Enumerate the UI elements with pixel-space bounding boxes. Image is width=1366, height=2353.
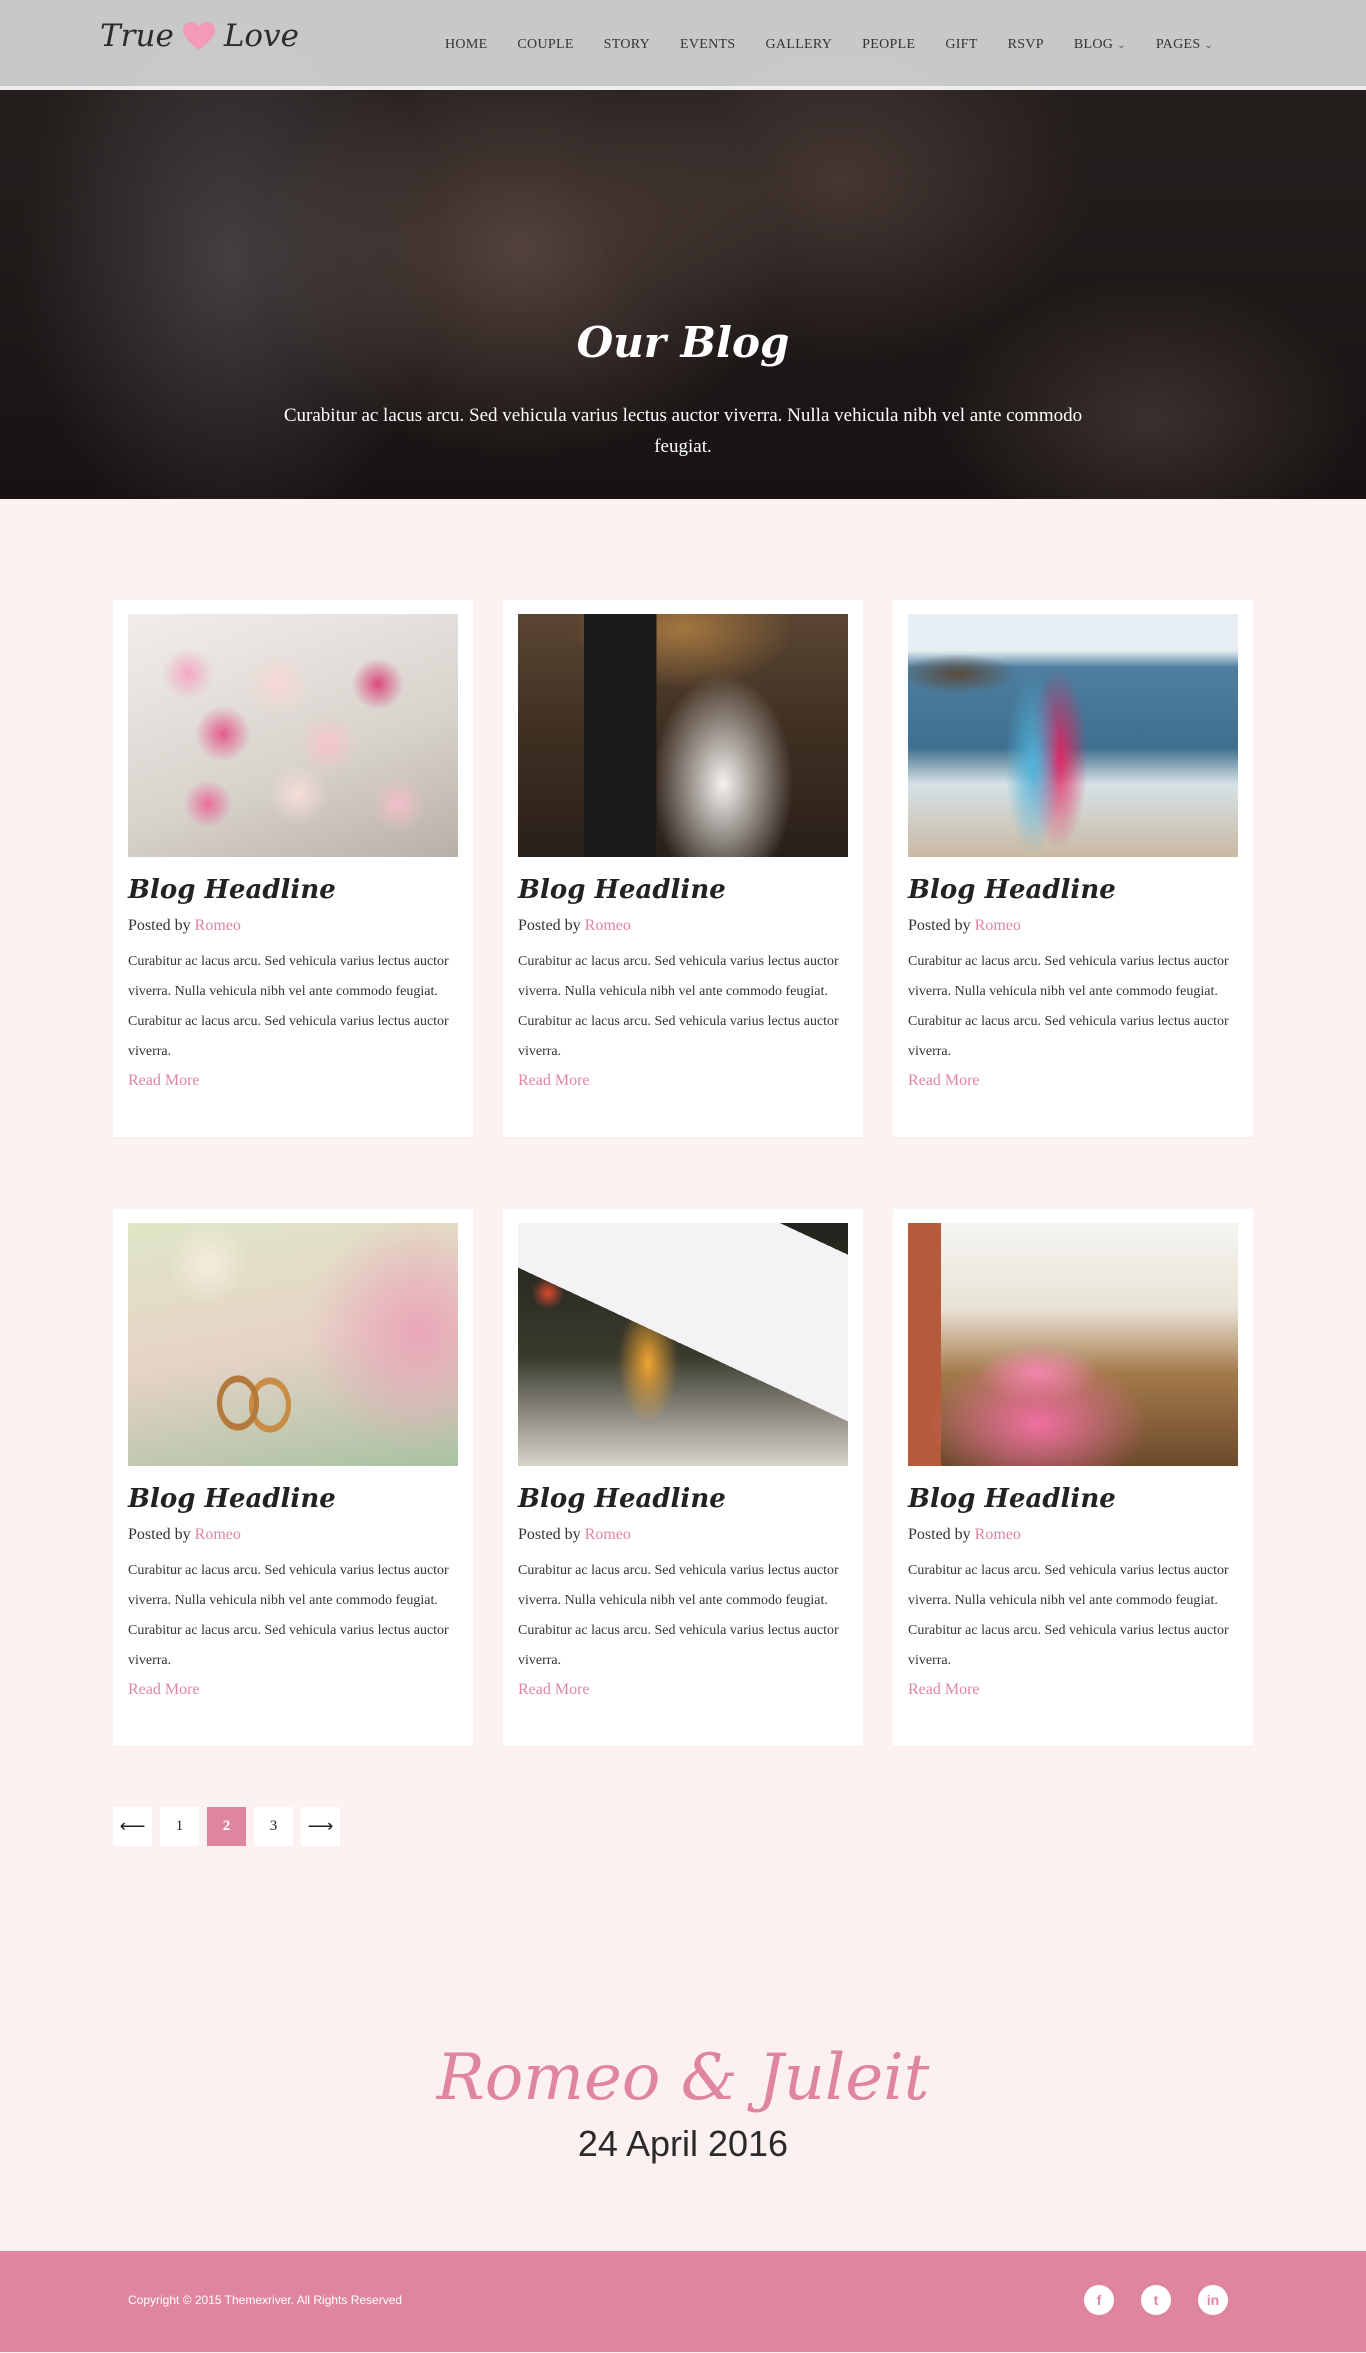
- posted-by-label: Posted by: [518, 1526, 581, 1543]
- card-meta: Posted by Romeo: [128, 917, 458, 935]
- nav-label: STORY: [603, 37, 651, 52]
- linkedin-icon[interactable]: in: [1198, 2285, 1228, 2315]
- page-button-3[interactable]: 3: [254, 1807, 293, 1846]
- nav-label: GIFT: [945, 37, 978, 52]
- nav-label: PEOPLE: [862, 37, 916, 52]
- beach-couple-photo[interactable]: [908, 614, 1238, 857]
- card-meta: Posted by Romeo: [518, 1526, 848, 1544]
- posted-by-label: Posted by: [908, 917, 971, 934]
- card-title[interactable]: Blog Headline: [128, 875, 458, 911]
- card-title[interactable]: Blog Headline: [128, 1484, 458, 1520]
- blog-card: Blog Headline Posted by Romeo Curabitur …: [893, 1209, 1253, 1746]
- posted-by-label: Posted by: [128, 917, 191, 934]
- read-more-link[interactable]: Read More: [128, 1072, 200, 1090]
- nav-label: COUPLE: [517, 37, 574, 52]
- card-title[interactable]: Blog Headline: [908, 1484, 1238, 1520]
- couple-names: Romeo & Juleit: [436, 2041, 930, 2115]
- card-excerpt: Curabitur ac lacus arcu. Sed vehicula va…: [908, 954, 1229, 1059]
- nav-label: BLOG: [1073, 37, 1114, 52]
- pink-dress-photo[interactable]: [908, 1223, 1238, 1466]
- blog-card: Blog Headline Posted by Romeo Curabitur …: [113, 600, 473, 1137]
- nav-couple[interactable]: COUPLE: [502, 37, 588, 53]
- card-excerpt: Curabitur ac lacus arcu. Sed vehicula va…: [908, 1563, 1229, 1668]
- logo-word-love: Love: [223, 18, 299, 54]
- next-page-button[interactable]: ⟶: [301, 1807, 340, 1846]
- card-meta: Posted by Romeo: [518, 917, 848, 935]
- posted-by-label: Posted by: [518, 917, 581, 934]
- nav-label: PAGES: [1155, 37, 1201, 52]
- blog-card: Blog Headline Posted by Romeo Curabitur …: [503, 600, 863, 1137]
- twitter-icon[interactable]: t: [1141, 2285, 1171, 2315]
- author-link[interactable]: Romeo: [975, 1526, 1021, 1543]
- blog-card: Blog Headline Posted by Romeo Curabitur …: [893, 600, 1253, 1137]
- couple-dancing-photo[interactable]: [518, 614, 848, 857]
- card-meta: Posted by Romeo: [908, 1526, 1238, 1544]
- card-excerpt: Curabitur ac lacus arcu. Sed vehicula va…: [518, 954, 839, 1059]
- read-more-link[interactable]: Read More: [518, 1681, 590, 1699]
- read-more-link[interactable]: Read More: [518, 1072, 590, 1090]
- card-meta: Posted by Romeo: [908, 917, 1238, 935]
- read-more-link[interactable]: Read More: [908, 1681, 980, 1699]
- nav-people[interactable]: PEOPLE: [847, 37, 930, 53]
- nav-label: RSVP: [1007, 37, 1044, 52]
- welcome-card-photo[interactable]: [518, 1223, 848, 1466]
- posted-by-label: Posted by: [128, 1526, 191, 1543]
- blog-grid: Blog Headline Posted by Romeo Curabitur …: [113, 600, 1253, 1746]
- author-link[interactable]: Romeo: [195, 1526, 241, 1543]
- nav-label: GALLERY: [765, 37, 833, 52]
- nav-pages[interactable]: PAGES ⌄: [1141, 37, 1228, 53]
- wedding-rings-photo[interactable]: [128, 1223, 458, 1466]
- card-meta: Posted by Romeo: [128, 1526, 458, 1544]
- nav-events[interactable]: EVENTS: [665, 37, 750, 53]
- bouquet-photo[interactable]: [128, 614, 458, 857]
- copyright-text: Copyright © 2015 Themexriver. All Rights…: [128, 2293, 403, 2307]
- nav-gallery[interactable]: GALLERY: [751, 37, 848, 53]
- couple-section: Romeo & Juleit 24 April 2016: [0, 1957, 1366, 2251]
- page-button-1[interactable]: 1: [160, 1807, 199, 1846]
- card-excerpt: Curabitur ac lacus arcu. Sed vehicula va…: [128, 954, 449, 1059]
- read-more-link[interactable]: Read More: [908, 1072, 980, 1090]
- wedding-date: 24 April 2016: [577, 2123, 789, 2165]
- footer: Copyright © 2015 Themexriver. All Rights…: [0, 2251, 1366, 2352]
- nav-rsvp[interactable]: RSVP: [993, 37, 1059, 53]
- nav-gift[interactable]: GIFT: [930, 37, 992, 53]
- arrow-left-icon: ⟵: [119, 1816, 146, 1836]
- card-excerpt: Curabitur ac lacus arcu. Sed vehicula va…: [518, 1563, 839, 1668]
- author-link[interactable]: Romeo: [585, 1526, 631, 1543]
- logo-word-true: True: [100, 18, 174, 54]
- facebook-icon[interactable]: f: [1084, 2285, 1114, 2315]
- nav-home[interactable]: HOME: [430, 37, 502, 53]
- nav-label: HOME: [445, 37, 488, 52]
- card-excerpt: Curabitur ac lacus arcu. Sed vehicula va…: [128, 1563, 449, 1668]
- chevron-down-icon: ⌄: [1117, 39, 1126, 51]
- chevron-down-icon: ⌄: [1204, 39, 1214, 51]
- site-logo[interactable]: True Love: [100, 18, 299, 54]
- navbar: True Love HOME COUPLE STORY EVENTS GALLE…: [0, 0, 1366, 90]
- prev-page-button[interactable]: ⟵: [113, 1807, 152, 1846]
- posted-by-label: Posted by: [908, 1526, 971, 1543]
- hero-subtitle: Curabitur ac lacus arcu. Sed vehicula va…: [283, 405, 1083, 457]
- nav-blog[interactable]: BLOG ⌄: [1059, 37, 1141, 53]
- nav-story[interactable]: STORY: [589, 37, 665, 53]
- card-title[interactable]: Blog Headline: [908, 875, 1238, 911]
- pagination: ⟵ 1 2 3 ⟶: [0, 1807, 1366, 1846]
- blog-section: Blog Headline Posted by Romeo Curabitur …: [0, 499, 1366, 1846]
- page-button-2-current[interactable]: 2: [207, 1807, 246, 1846]
- blog-card: Blog Headline Posted by Romeo Curabitur …: [113, 1209, 473, 1746]
- card-title[interactable]: Blog Headline: [518, 875, 848, 911]
- social-links: f t in: [1084, 2285, 1228, 2315]
- arrow-right-icon: ⟶: [307, 1816, 334, 1836]
- read-more-link[interactable]: Read More: [128, 1681, 200, 1699]
- author-link[interactable]: Romeo: [195, 917, 241, 934]
- nav-label: EVENTS: [680, 37, 736, 52]
- card-title[interactable]: Blog Headline: [518, 1484, 848, 1520]
- main-nav: HOME COUPLE STORY EVENTS GALLERY PEOPLE …: [430, 0, 1228, 90]
- page-title: Our Blog: [576, 318, 790, 367]
- author-link[interactable]: Romeo: [585, 917, 631, 934]
- hero-banner: True Love HOME COUPLE STORY EVENTS GALLE…: [0, 0, 1366, 499]
- author-link[interactable]: Romeo: [975, 917, 1021, 934]
- heart-icon: [182, 22, 215, 50]
- blog-card: Blog Headline Posted by Romeo Curabitur …: [503, 1209, 863, 1746]
